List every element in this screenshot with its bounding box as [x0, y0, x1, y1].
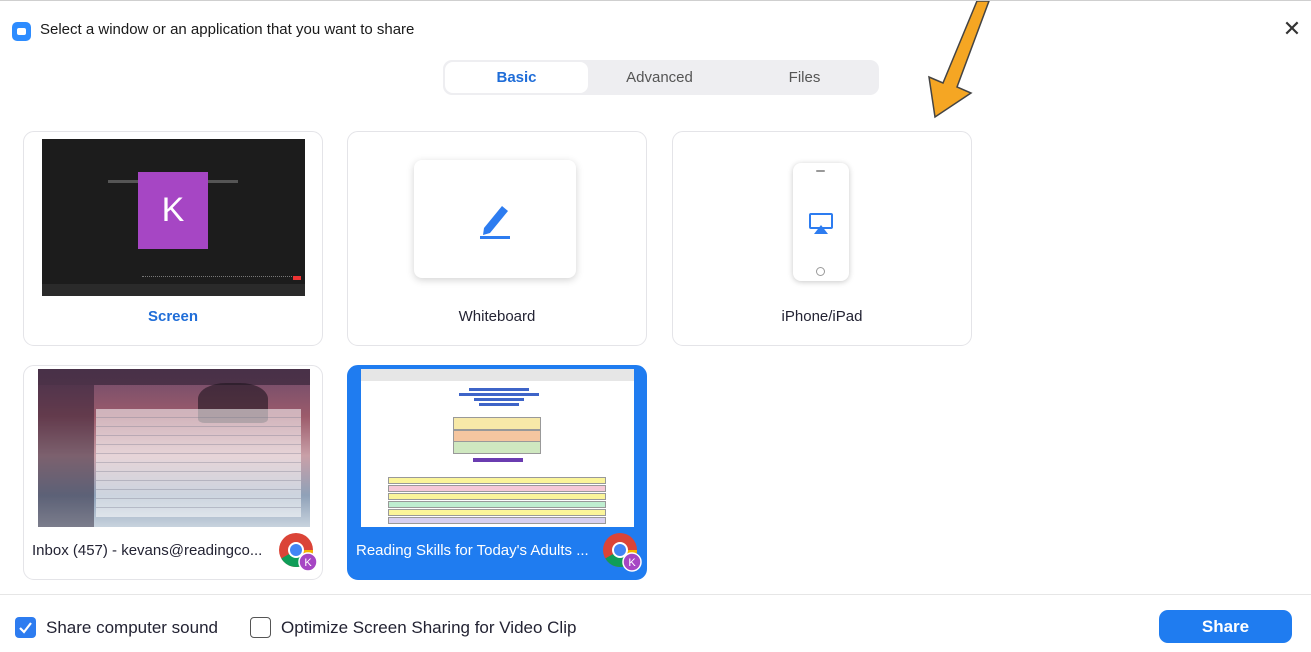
zoom-app-icon	[12, 22, 31, 41]
window-caption: Inbox (457) - kevans@readingco...	[32, 542, 263, 559]
chrome-icon: K	[279, 533, 318, 572]
checkmark-icon	[19, 622, 32, 634]
phone-graphic	[793, 163, 849, 281]
tab-advanced[interactable]: Advanced	[588, 62, 731, 93]
share-option-label: Screen	[147, 308, 199, 325]
share-option-screen[interactable]: K Screen	[23, 131, 323, 346]
share-screen-dialog: Select a window or an application that y…	[0, 0, 1311, 652]
footer-divider	[0, 594, 1311, 595]
whiteboard-tile	[414, 160, 576, 278]
chrome-icon: K	[603, 533, 642, 572]
optimize-video-checkbox[interactable]	[250, 617, 271, 638]
window-caption: Reading Skills for Today's Adults ...	[356, 542, 589, 559]
annotation-arrow-icon	[928, 1, 990, 119]
screen-thumbnail: K	[42, 139, 305, 296]
tab-files[interactable]: Files	[733, 62, 876, 93]
share-button[interactable]: Share	[1159, 610, 1292, 643]
optimize-video-label[interactable]: Optimize Screen Sharing for Video Clip	[281, 618, 576, 638]
dialog-title: Select a window or an application that y…	[40, 21, 415, 38]
pen-icon	[480, 206, 510, 239]
share-tabs: Basic Advanced Files	[443, 60, 879, 95]
window-inbox[interactable]: Inbox (457) - kevans@readingco... K	[23, 365, 323, 580]
tab-basic[interactable]: Basic	[445, 62, 588, 93]
share-option-whiteboard[interactable]: Whiteboard	[347, 131, 647, 346]
avatar-letter: K	[304, 557, 312, 569]
title-bar: Select a window or an application that y…	[0, 1, 1311, 41]
window-reading-skills[interactable]: Reading Skills for Today's Adults ... K	[347, 365, 647, 580]
avatar-letter: K	[628, 557, 636, 569]
window-thumbnail	[38, 369, 310, 527]
window-thumbnail	[361, 369, 634, 527]
share-option-label: iPhone/iPad	[781, 308, 863, 325]
close-icon[interactable]: ✕	[1281, 18, 1303, 40]
share-sound-label[interactable]: Share computer sound	[46, 618, 218, 638]
share-option-iphone-ipad[interactable]: iPhone/iPad	[672, 131, 972, 346]
share-sound-checkbox[interactable]	[15, 617, 36, 638]
airplay-icon	[809, 213, 833, 234]
avatar: K	[138, 172, 208, 249]
share-option-label: Whiteboard	[458, 308, 536, 325]
